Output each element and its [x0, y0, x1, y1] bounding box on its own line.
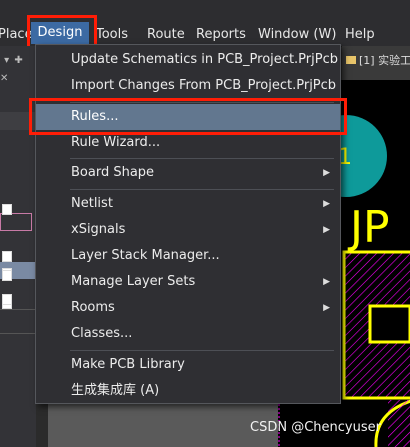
menu-separator — [70, 189, 334, 190]
file-icon — [2, 294, 12, 305]
menu-item-import-changes[interactable]: Import Changes From PCB_Project.PrjPcb — [36, 73, 340, 99]
submenu-arrow-icon: ▶ — [323, 168, 330, 178]
menu-item-netlist[interactable]: Netlist ▶ — [36, 191, 340, 217]
component-pad-hatched-2 — [388, 400, 410, 447]
menu-window[interactable]: Window (W) — [258, 26, 336, 44]
menu-item-make-pcb-library[interactable]: Make PCB Library — [36, 352, 340, 378]
file-icon — [2, 204, 12, 215]
menu-separator — [70, 350, 334, 351]
menu-item-update-schematics[interactable]: Update Schematics in PCB_Project.PrjPcb — [36, 47, 340, 73]
file-icon — [2, 251, 12, 262]
menu-item-rooms[interactable]: Rooms ▶ — [36, 295, 340, 321]
menu-item-classes[interactable]: Classes... — [36, 321, 340, 347]
menu-item-xsignals[interactable]: xSignals ▶ — [36, 217, 340, 243]
menu-item-rules[interactable]: Rules... — [36, 104, 340, 130]
menu-item-board-shape[interactable]: Board Shape ▶ — [36, 160, 340, 186]
menu-bar: Place Design Tools Route Reports Window … — [0, 0, 410, 47]
menu-help[interactable]: Help — [345, 26, 375, 44]
panel-selected-file[interactable] — [0, 213, 32, 231]
panel-header — [0, 112, 36, 130]
silkscreen-designator: JP — [347, 202, 390, 253]
menu-item-make-integrated-library[interactable]: 生成集成库 (A) — [36, 378, 340, 404]
menu-design[interactable]: Design — [31, 22, 89, 44]
menu-route[interactable]: Route — [147, 26, 185, 44]
divider — [0, 333, 36, 334]
panel-pin-icon[interactable]: ▾ ✚ ✕ — [0, 52, 36, 84]
menu-item-manage-layer-sets[interactable]: Manage Layer Sets ▶ — [36, 269, 340, 295]
design-menu-dropdown: Update Schematics in PCB_Project.PrjPcb … — [35, 44, 341, 404]
menu-tools[interactable]: Tools — [96, 26, 128, 44]
submenu-arrow-icon: ▶ — [323, 199, 330, 209]
menu-separator — [70, 158, 334, 159]
menu-separator — [70, 102, 334, 103]
canvas-background — [48, 404, 278, 447]
submenu-arrow-icon: ▶ — [323, 225, 330, 235]
component-pad-square — [368, 304, 410, 344]
watermark: CSDN @Chencyuser — [250, 420, 381, 435]
folder-icon — [346, 56, 356, 64]
divider — [0, 309, 36, 310]
document-tab[interactable]: [1] 实验工 — [346, 52, 410, 68]
submenu-arrow-icon: ▶ — [323, 277, 330, 287]
menu-place[interactable]: Place — [0, 26, 33, 44]
projects-panel: ▾ ✚ ✕ — [0, 46, 36, 447]
menu-item-rule-wizard[interactable]: Rule Wizard... — [36, 130, 340, 156]
submenu-arrow-icon: ▶ — [323, 303, 330, 313]
menu-item-layer-stack-manager[interactable]: Layer Stack Manager... — [36, 243, 340, 269]
menu-reports[interactable]: Reports — [196, 26, 246, 44]
file-icon — [2, 270, 12, 281]
